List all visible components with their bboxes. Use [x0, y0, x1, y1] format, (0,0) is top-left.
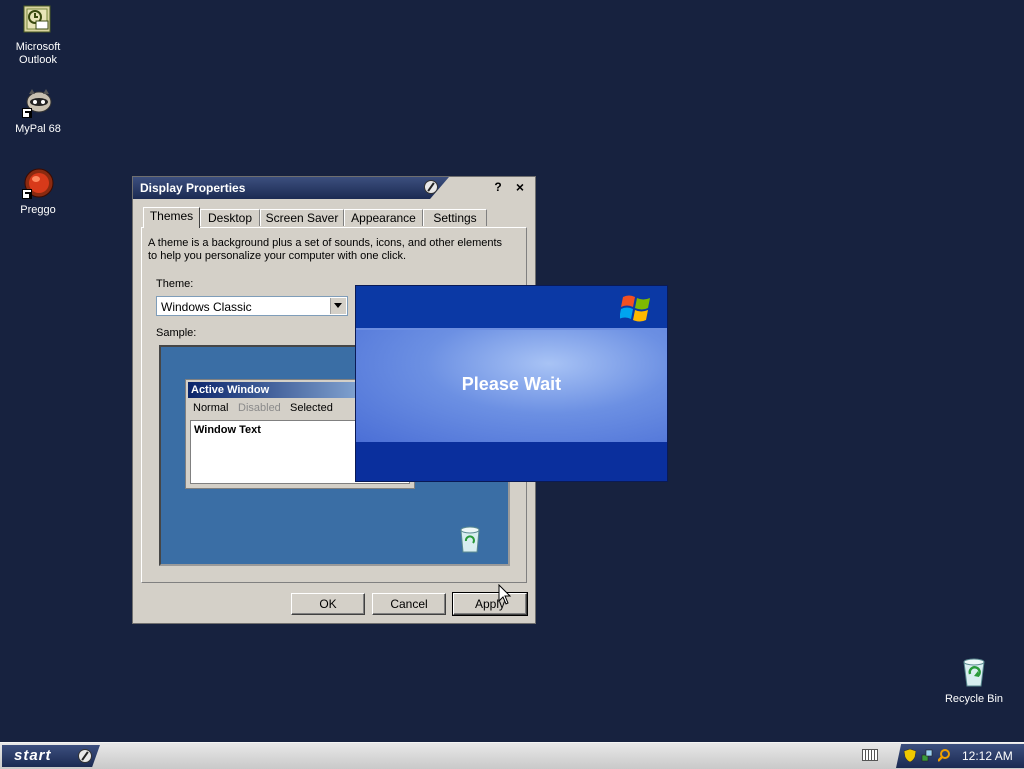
shortcut-arrow-icon: [22, 189, 32, 199]
tab-appearance[interactable]: Appearance: [344, 209, 423, 226]
window-logo-icon: [424, 180, 438, 194]
close-button[interactable]: ×: [513, 180, 527, 194]
sample-recycle-bin-icon: [460, 526, 480, 553]
tab-desktop[interactable]: Desktop: [200, 209, 260, 226]
outlook-icon: [22, 4, 54, 36]
please-wait-dialog: Please Wait: [355, 285, 668, 482]
please-wait-header: [356, 286, 667, 330]
please-wait-footer: [356, 442, 667, 481]
tab-settings[interactable]: Settings: [423, 209, 487, 226]
title-bar[interactable]: Display Properties ? ×: [133, 177, 535, 199]
mouse-cursor-icon: [498, 584, 512, 605]
theme-label: Theme:: [156, 278, 194, 290]
desktop-icon-label: Microsoft Outlook: [15, 41, 61, 66]
help-button[interactable]: ?: [491, 180, 505, 194]
preggo-icon: [22, 167, 54, 199]
windows-flag-icon: [620, 295, 650, 322]
start-button[interactable]: start: [2, 745, 100, 767]
theme-description: A theme is a background plus a set of so…: [148, 237, 503, 262]
sample-menu-selected: Selected: [290, 402, 333, 414]
security-shield-icon[interactable]: [904, 749, 916, 762]
tab-themes[interactable]: Themes: [143, 207, 200, 228]
taskbar: start 12:12 AM: [0, 742, 1024, 769]
desktop-icon-outlook[interactable]: Microsoft Outlook: [0, 4, 76, 67]
cancel-button[interactable]: Cancel: [372, 593, 446, 615]
desktop-icon-label: Recycle Bin: [944, 693, 1004, 705]
sample-menu-disabled: Disabled: [238, 402, 281, 414]
desktop-icon-mypal[interactable]: MyPal 68: [0, 86, 76, 136]
network-icon[interactable]: [921, 749, 933, 762]
please-wait-message: Please Wait: [461, 374, 562, 394]
start-label: start: [14, 747, 52, 764]
start-logo-icon: [78, 749, 92, 763]
desktop-icon-label: MyPal 68: [15, 123, 61, 135]
system-clock[interactable]: 12:12 AM: [962, 749, 1013, 763]
theme-dropdown-value: Windows Classic: [161, 300, 252, 314]
mypal-raccoon-icon: [22, 86, 54, 118]
desktop-icon-preggo[interactable]: Preggo: [0, 167, 76, 217]
window-title: Display Properties: [140, 181, 246, 195]
desktop-icon-recycle-bin[interactable]: Recycle Bin: [936, 656, 1012, 706]
recycle-bin-icon: [958, 656, 990, 688]
title-bar-gradient: Display Properties: [133, 177, 449, 199]
system-tray: 12:12 AM: [896, 744, 1024, 768]
sample-label: Sample:: [156, 327, 197, 339]
tab-screen-saver[interactable]: Screen Saver: [260, 209, 344, 226]
shortcut-arrow-icon: [22, 108, 32, 118]
theme-dropdown[interactable]: Windows Classic: [156, 296, 348, 316]
chevron-down-icon[interactable]: [330, 298, 346, 314]
sample-menu-normal: Normal: [193, 402, 229, 414]
ok-button[interactable]: OK: [291, 593, 365, 615]
desktop-icon-label: Preggo: [20, 204, 56, 216]
apply-button[interactable]: Apply: [452, 592, 528, 616]
keyboard-icon[interactable]: [862, 749, 878, 761]
search-icon[interactable]: [938, 749, 950, 762]
